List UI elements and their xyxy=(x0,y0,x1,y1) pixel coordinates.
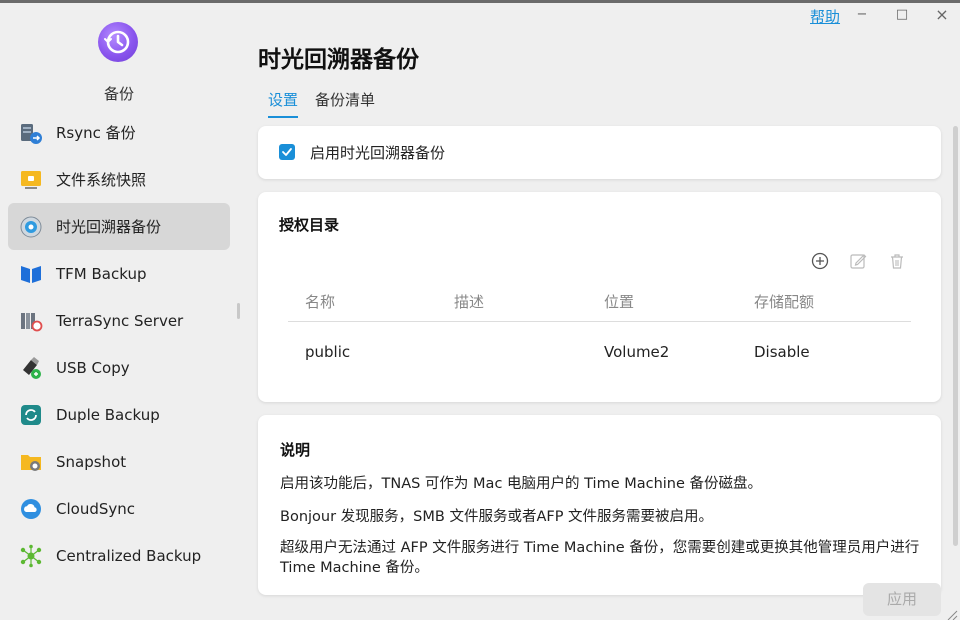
centralized-backup-icon xyxy=(19,544,43,568)
terrasync-icon xyxy=(19,309,43,333)
sidebar-resize-handle[interactable] xyxy=(237,303,240,319)
usb-copy-icon xyxy=(19,356,43,380)
sidebar-item-label: Duple Backup xyxy=(56,405,160,424)
sidebar-item-terrasync-server[interactable]: TerraSync Server xyxy=(8,297,230,344)
enable-time-machine-label[interactable]: 启用时光回溯器备份 xyxy=(310,142,445,163)
scrollbar[interactable] xyxy=(953,126,958,546)
cloudsync-icon xyxy=(19,497,43,521)
trash-icon[interactable] xyxy=(887,251,907,271)
minimize-button[interactable]: − xyxy=(851,5,873,25)
edit-icon[interactable] xyxy=(848,251,868,271)
column-quota-header[interactable]: 存储配额 xyxy=(754,291,814,312)
cell-location: Volume2 xyxy=(604,343,670,361)
cell-quota: Disable xyxy=(754,343,810,361)
sidebar-item-centralized-backup[interactable]: Centralized Backup xyxy=(8,532,230,579)
column-location-header[interactable]: 位置 xyxy=(604,291,634,312)
sidebar-item-label: 文件系统快照 xyxy=(56,171,147,189)
enable-card: 启用时光回溯器备份 xyxy=(258,126,941,179)
table-header: 名称 描述 位置 存储配额 xyxy=(288,291,911,322)
tab-settings[interactable]: 设置 xyxy=(268,89,299,118)
sidebar-item-rsync[interactable]: Rsync 备份 xyxy=(8,109,230,156)
sidebar-item-duple-backup[interactable]: Duple Backup xyxy=(8,391,230,438)
snapshot-icon xyxy=(19,450,43,474)
sidebar-item-time-machine[interactable]: 时光回溯器备份 xyxy=(8,203,230,250)
duple-backup-icon xyxy=(19,403,43,427)
maximize-button[interactable]: □ xyxy=(891,5,913,25)
sidebar-item-label: Snapshot xyxy=(56,452,127,471)
sidebar-item-label: TerraSync Server xyxy=(56,311,184,330)
sidebar-item-label: Rsync 备份 xyxy=(56,124,136,142)
tfm-backup-icon xyxy=(19,262,43,286)
tab-backup-list[interactable]: 备份清单 xyxy=(315,89,375,118)
sidebar-item-usb-copy[interactable]: USB Copy xyxy=(8,344,230,391)
authorized-directory-card: 授权目录 名称 描述 位置 存储配额 public Volume2 Disabl… xyxy=(258,192,941,402)
description-line: 超级用户无法通过 AFP 文件服务进行 Time Machine 备份，您需要创… xyxy=(280,540,920,576)
sidebar-item-snapshot[interactable]: Snapshot xyxy=(8,438,230,485)
resize-grip-icon[interactable] xyxy=(946,606,958,620)
sidebar-item-cloudsync[interactable]: CloudSync xyxy=(8,485,230,532)
app-title: 备份 xyxy=(103,85,134,103)
enable-time-machine-checkbox[interactable] xyxy=(279,144,295,160)
description-title: 说明 xyxy=(280,441,311,459)
table-row[interactable]: public Volume2 Disable xyxy=(288,337,911,367)
description-line: 启用该功能后，TNAS 可作为 Mac 电脑用户的 Time Machine 备… xyxy=(280,476,763,492)
sidebar-item-label: 时光回溯器备份 xyxy=(56,218,162,236)
backup-app-logo-icon xyxy=(98,22,138,62)
sidebar: 备份 Rsync 备份 文件系统快照 时光回溯器备份 TFM Backup Te… xyxy=(0,3,238,620)
rsync-icon xyxy=(19,121,43,145)
column-description-header[interactable]: 描述 xyxy=(454,291,484,312)
sidebar-nav: Rsync 备份 文件系统快照 时光回溯器备份 TFM Backup Terra… xyxy=(8,109,230,579)
sidebar-item-label: Centralized Backup xyxy=(56,546,202,565)
sidebar-item-tfm-backup[interactable]: TFM Backup xyxy=(8,250,230,297)
cell-name: public xyxy=(305,343,351,361)
page-title: 时光回溯器备份 xyxy=(258,47,419,73)
add-icon[interactable] xyxy=(810,251,830,271)
apply-button[interactable]: 应用 xyxy=(863,583,941,616)
description-line: Bonjour 发现服务，SMB 文件服务或者AFP 文件服务需要被启用。 xyxy=(280,509,714,525)
section-title: 授权目录 xyxy=(279,216,340,234)
column-name-header[interactable]: 名称 xyxy=(305,291,335,312)
sidebar-item-filesystem-snapshot[interactable]: 文件系统快照 xyxy=(8,156,230,203)
close-button[interactable]: × xyxy=(931,5,953,25)
sidebar-item-label: USB Copy xyxy=(56,358,130,377)
help-link[interactable]: 帮助 xyxy=(810,6,840,27)
sidebar-item-label: TFM Backup xyxy=(56,264,147,283)
description-card: 说明 启用该功能后，TNAS 可作为 Mac 电脑用户的 Time Machin… xyxy=(258,415,941,595)
snapshot-folder-icon xyxy=(19,168,43,192)
time-machine-icon xyxy=(19,215,43,239)
checkmark-icon xyxy=(282,148,292,156)
tab-bar: 设置 备份清单 xyxy=(268,89,392,118)
sidebar-item-label: CloudSync xyxy=(56,499,135,518)
